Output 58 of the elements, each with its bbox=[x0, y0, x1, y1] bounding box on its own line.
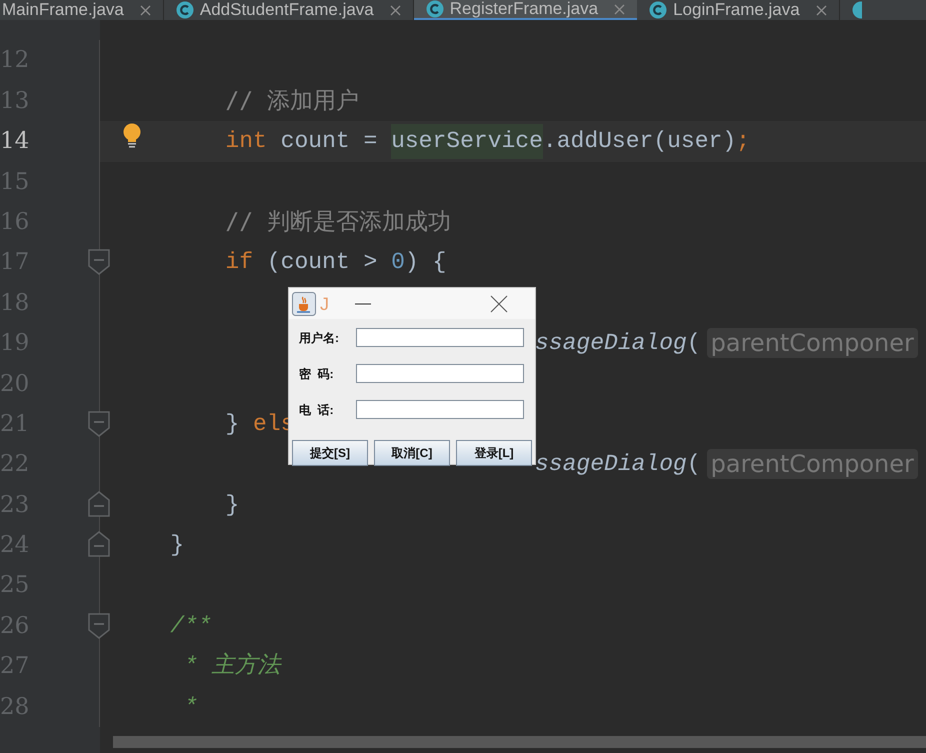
code-text: ; bbox=[736, 127, 750, 156]
fold-icon[interactable] bbox=[88, 249, 110, 276]
code-text: 0 bbox=[391, 248, 405, 278]
input-field[interactable] bbox=[356, 400, 524, 419]
editor-tab[interactable]: AddStudentFrame.java bbox=[164, 0, 414, 20]
dialog-button[interactable]: 提交[S] bbox=[292, 440, 368, 466]
editor-tab[interactable]: MainFrame.java bbox=[0, 0, 164, 20]
fold-icon[interactable] bbox=[88, 612, 110, 639]
class-icon bbox=[649, 1, 668, 19]
dialog-button[interactable]: 登录[L] bbox=[456, 440, 532, 466]
code-text: userService bbox=[391, 124, 543, 159]
code-text: (count > bbox=[266, 248, 378, 278]
class-icon bbox=[852, 1, 862, 19]
input-field[interactable] bbox=[356, 364, 524, 383]
code-text: ssageDialog bbox=[535, 450, 687, 480]
code-text: if bbox=[225, 248, 254, 278]
fold-icon[interactable] bbox=[88, 531, 110, 558]
code-text: count = bbox=[280, 127, 378, 156]
code-text: ( bbox=[686, 329, 701, 358]
window-title: J bbox=[320, 292, 329, 316]
code-text: ) { bbox=[404, 248, 446, 278]
fold-icon[interactable] bbox=[88, 490, 110, 517]
code-text: .addUser(user) bbox=[542, 127, 736, 156]
code-text: /** bbox=[170, 612, 212, 641]
code-text: } bbox=[225, 490, 240, 520]
close-icon[interactable] bbox=[490, 294, 508, 312]
parameter-hint: parentComponer bbox=[706, 328, 918, 358]
class-icon bbox=[176, 1, 194, 19]
close-icon[interactable] bbox=[140, 4, 151, 16]
tab-label: RegisterFrame.java bbox=[450, 0, 598, 19]
field-label: 用户名: bbox=[298, 330, 340, 346]
lightbulb-icon[interactable] bbox=[122, 123, 142, 150]
close-icon[interactable] bbox=[390, 4, 401, 16]
code-text: * 主方法 bbox=[184, 652, 281, 682]
fold-icon[interactable] bbox=[88, 410, 110, 437]
input-field[interactable] bbox=[356, 328, 524, 347]
tab-label: LoginFrame.java bbox=[673, 0, 800, 20]
tab-label: MainFrame.java bbox=[2, 0, 124, 20]
code-text: int bbox=[225, 127, 267, 156]
line-number: 14 bbox=[0, 127, 30, 156]
code-text: } bbox=[170, 531, 184, 560]
horizontal-scrollbar[interactable] bbox=[113, 736, 926, 748]
java-cup-icon bbox=[292, 292, 316, 316]
code-text: } bbox=[225, 410, 240, 439]
close-icon[interactable] bbox=[816, 4, 827, 16]
field-label: 密 码: bbox=[298, 366, 335, 382]
field-label: 电 话: bbox=[298, 402, 335, 418]
class-icon bbox=[426, 0, 444, 18]
editor-tab[interactable]: LoginFrame.java bbox=[637, 0, 840, 20]
code-text: // 判断是否添加成功 bbox=[225, 208, 451, 237]
code-text: ( bbox=[686, 450, 701, 480]
code-text: * bbox=[184, 692, 198, 722]
parameter-hint: parentComponer bbox=[706, 449, 918, 480]
tab-label: AddStudentFrame.java bbox=[200, 0, 374, 20]
editor-tab[interactable]: RegisterFrame.java bbox=[414, 0, 638, 20]
code-text: ssageDialog bbox=[535, 329, 687, 358]
code-text: // 添加用户 bbox=[225, 86, 359, 116]
dialog-button[interactable]: 取消[C] bbox=[374, 440, 450, 466]
